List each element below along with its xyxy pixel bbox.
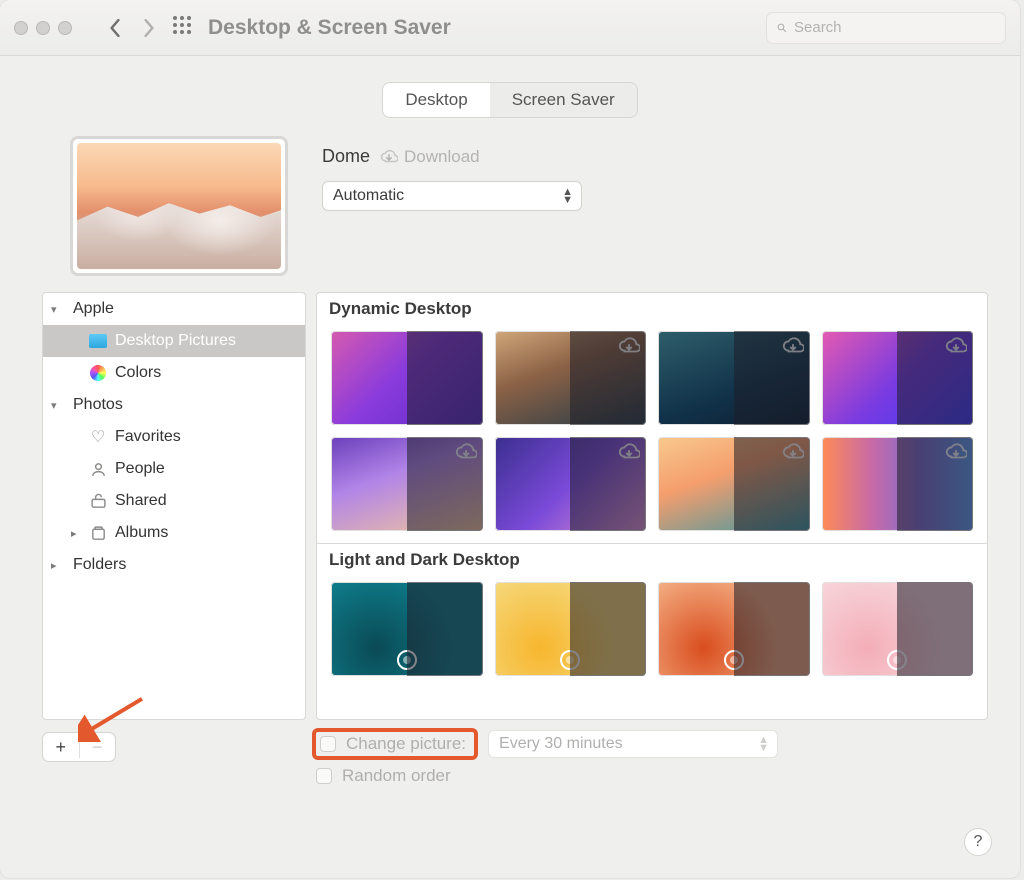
tab-desktop[interactable]: Desktop (383, 83, 489, 117)
shared-icon (87, 493, 109, 510)
chevron-down-icon: ▾ (51, 399, 67, 412)
wallpaper-thumb[interactable] (658, 331, 810, 425)
colors-icon (90, 365, 106, 381)
download-icon (380, 148, 398, 166)
wallpaper-thumb[interactable] (822, 437, 974, 531)
wallpaper-thumb[interactable] (495, 582, 647, 676)
show-all-icon[interactable] (172, 15, 192, 40)
forward-button[interactable] (132, 13, 166, 43)
dynamic-badge-icon (397, 650, 417, 670)
change-interval-value: Every 30 minutes (499, 735, 623, 753)
chevron-down-icon: ▾ (51, 303, 67, 316)
section-lightdark: Light and Dark Desktop (317, 543, 987, 574)
tree-item-people[interactable]: People (43, 453, 305, 485)
tree-item-colors[interactable]: Colors (43, 357, 305, 389)
minimize-window-button[interactable] (36, 21, 50, 35)
search-icon (777, 20, 786, 35)
wallpaper-thumb[interactable] (495, 331, 647, 425)
tree-item-favorites[interactable]: ♡ Favorites (43, 421, 305, 453)
annotation-arrow-icon (78, 694, 150, 747)
heart-icon: ♡ (87, 427, 109, 447)
section-dynamic: Dynamic Desktop (317, 293, 987, 323)
preferences-window: Desktop & Screen Saver Desktop Screen Sa… (0, 0, 1020, 878)
cloud-download-icon (455, 441, 477, 468)
window-title: Desktop & Screen Saver (208, 16, 766, 40)
tab-screen-saver[interactable]: Screen Saver (490, 83, 637, 117)
wallpaper-thumb[interactable] (822, 582, 974, 676)
wallpaper-thumb[interactable] (331, 582, 483, 676)
tree-item-shared[interactable]: Shared (43, 485, 305, 517)
dynamic-badge-icon (560, 650, 580, 670)
tree-group-photos[interactable]: ▾ Photos (43, 389, 305, 421)
tree-group-folders[interactable]: ▸ Folders (43, 549, 305, 581)
folder-icon (89, 334, 107, 348)
cloud-download-icon (945, 335, 967, 362)
zoom-window-button[interactable] (58, 21, 72, 35)
add-folder-button[interactable]: + (43, 737, 79, 758)
dynamic-badge-icon (724, 650, 744, 670)
help-button[interactable]: ? (964, 828, 992, 856)
wallpaper-thumb[interactable] (331, 437, 483, 531)
tree-item-desktop-pictures[interactable]: Desktop Pictures (43, 325, 305, 357)
search-field[interactable] (766, 12, 1006, 44)
change-picture-checkbox[interactable] (320, 736, 336, 752)
back-button[interactable] (98, 13, 132, 43)
wallpaper-thumb[interactable] (331, 331, 483, 425)
chevron-updown-icon: ▲▼ (562, 188, 573, 204)
appearance-mode-select[interactable]: Automatic ▲▼ (322, 181, 582, 211)
close-window-button[interactable] (14, 21, 28, 35)
chevron-right-icon: ▸ (71, 527, 87, 540)
cloud-download-icon (618, 441, 640, 468)
change-interval-select[interactable]: Every 30 minutes ▲▼ (488, 730, 778, 758)
wallpaper-gallery[interactable]: Dynamic Desktop (316, 292, 988, 720)
annotation-highlight: Change picture: (312, 728, 478, 760)
chevron-updown-icon: ▲▼ (758, 736, 769, 752)
tree-item-albums[interactable]: ▸ Albums (43, 517, 305, 549)
current-wallpaper-preview (70, 136, 288, 276)
cloud-download-icon (782, 441, 804, 468)
titlebar: Desktop & Screen Saver (0, 0, 1020, 56)
dynamic-badge-icon (887, 650, 907, 670)
download-label: Download (404, 147, 480, 167)
albums-icon (87, 525, 109, 542)
wallpaper-thumb[interactable] (658, 437, 810, 531)
change-picture-label: Change picture: (346, 734, 466, 754)
tree-group-apple[interactable]: ▾ Apple (43, 293, 305, 325)
random-order-checkbox[interactable] (316, 768, 332, 784)
wallpaper-thumb[interactable] (822, 331, 974, 425)
random-order-label: Random order (342, 766, 451, 786)
source-list[interactable]: ▾ Apple Desktop Pictures Colors ▾ Photos… (42, 292, 306, 720)
cloud-download-icon (945, 441, 967, 468)
download-wallpaper-button[interactable]: Download (380, 147, 480, 167)
appearance-mode-value: Automatic (333, 187, 404, 205)
tab-bar: Desktop Screen Saver (0, 82, 1020, 118)
chevron-right-icon: ▸ (51, 559, 67, 572)
wallpaper-name: Dome (322, 146, 370, 167)
people-icon (87, 461, 109, 478)
wallpaper-thumb[interactable] (658, 582, 810, 676)
cloud-download-icon (782, 335, 804, 362)
window-controls (14, 21, 72, 35)
cloud-download-icon (618, 335, 640, 362)
wallpaper-thumb[interactable] (495, 437, 647, 531)
search-input[interactable] (792, 18, 995, 37)
